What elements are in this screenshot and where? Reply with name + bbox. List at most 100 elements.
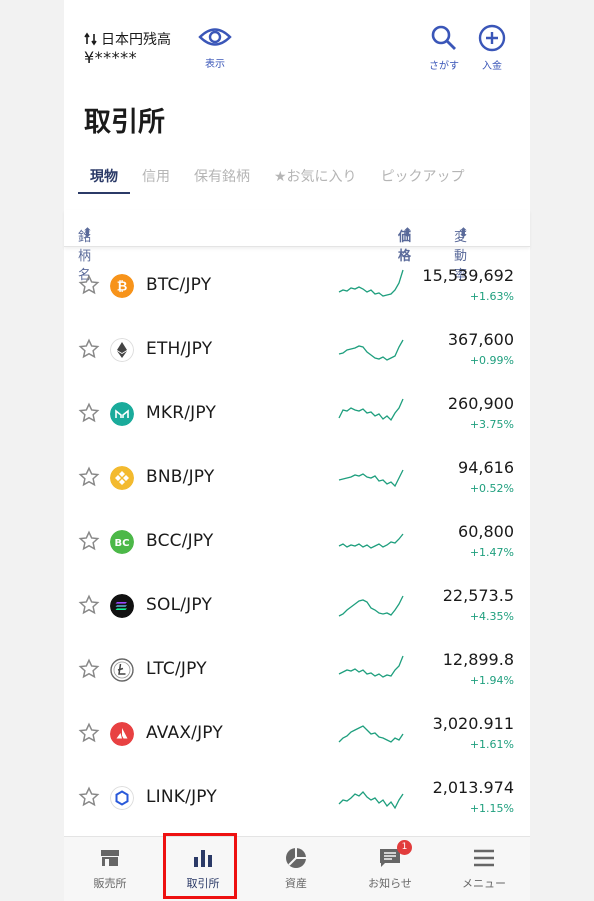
tab-favorites[interactable]: ★お気に入り: [262, 160, 369, 194]
price: 260,900: [447, 394, 514, 413]
price: 22,573.5: [442, 586, 514, 605]
table-row[interactable]: MKR/JPY 260,900 +3.75%: [64, 382, 530, 446]
bnb-icon: [110, 466, 134, 490]
show-balance-button[interactable]: 表示: [197, 24, 233, 70]
price: 2,013.974: [432, 778, 514, 797]
star-icon[interactable]: [78, 402, 100, 424]
tab-margin[interactable]: 信用: [130, 160, 182, 194]
price: 60,800: [458, 522, 514, 541]
pair-name: AVAX/JPY: [146, 723, 223, 743]
nav-label: 資産: [285, 877, 307, 890]
pair-name: SOL/JPY: [146, 595, 213, 615]
price: 94,616: [458, 458, 514, 477]
sort-icon: ⬍: [82, 226, 93, 241]
market-list: ₿ BTC/JPY 15,539,692 +1.63% ETH/JPY 367,…: [64, 254, 530, 830]
table-row[interactable]: AVAX/JPY 3,020.911 +1.61%: [64, 702, 530, 766]
change-rate: +1.94%: [469, 674, 514, 687]
column-header: 銘柄名 ⬍ 価格 ⬍ 変動率 ⬍: [64, 210, 530, 283]
ltc-icon: [110, 658, 134, 682]
price: 367,600: [447, 330, 514, 349]
star-icon[interactable]: [78, 466, 100, 488]
sparkline: [338, 469, 404, 488]
mkr-icon: [110, 402, 134, 426]
tab-spot[interactable]: 現物: [78, 160, 130, 194]
table-row[interactable]: LINK/JPY 2,013.974 +1.15%: [64, 766, 530, 830]
avax-icon: [110, 722, 134, 746]
star-icon[interactable]: [78, 594, 100, 616]
nav-store[interactable]: 販売所: [70, 837, 150, 901]
exchange-arrows-icon: [84, 32, 97, 46]
eye-icon: [198, 28, 232, 46]
market-tabs: 現物 信用 保有銘柄 ★お気に入り ピックアップ: [78, 160, 477, 194]
link-icon: [110, 786, 134, 810]
table-row[interactable]: SOL/JPY 22,573.5 +4.35%: [64, 574, 530, 638]
sparkline: [338, 791, 404, 810]
price: 15,539,692: [422, 266, 514, 285]
nav-assets[interactable]: 資産: [256, 837, 336, 901]
eth-icon: [110, 338, 134, 362]
change-rate: +1.61%: [469, 738, 514, 751]
show-label: 表示: [205, 59, 225, 70]
menu-icon: [474, 849, 494, 867]
table-row[interactable]: BNB/JPY 94,616 +0.52%: [64, 446, 530, 510]
sol-icon: [110, 594, 134, 618]
star-icon[interactable]: [78, 786, 100, 808]
price: 3,020.911: [432, 714, 514, 733]
table-row[interactable]: ₿ BTC/JPY 15,539,692 +1.63%: [64, 254, 530, 318]
plus-circle-icon: [478, 24, 506, 52]
balance-value: ¥*****: [84, 48, 138, 67]
search-label: さがす: [429, 61, 459, 72]
svg-text:BC: BC: [115, 538, 130, 549]
star-icon[interactable]: [78, 338, 100, 360]
change-rate: +1.15%: [469, 802, 514, 815]
table-row[interactable]: ETH/JPY 367,600 +0.99%: [64, 318, 530, 382]
top-bar: 日本円残高 ¥***** 表示 さがす 入金: [64, 0, 530, 85]
page-title: 取引所: [84, 107, 165, 138]
sort-icon: ⬍: [458, 226, 469, 241]
sparkline: [338, 398, 404, 422]
change-rate: +3.75%: [469, 418, 514, 431]
sparkline: [338, 269, 404, 297]
highlight-box: [163, 833, 237, 899]
pair-name: MKR/JPY: [146, 403, 217, 423]
pair-name: BTC/JPY: [146, 275, 212, 295]
pie-chart-icon: [286, 848, 306, 868]
nav-menu[interactable]: メニュー: [444, 837, 524, 901]
exchange-screen: 日本円残高 ¥***** 表示 さがす 入金 取引所 現物 信用 保有銘柄 ★お…: [64, 0, 530, 901]
pair-name: LTC/JPY: [146, 659, 207, 679]
bottom-nav: 販売所 取引所 資産 1 お知らせ メニュー: [64, 833, 530, 901]
deposit-label: 入金: [482, 61, 502, 72]
change-rate: +4.35%: [469, 610, 514, 623]
sparkline: [338, 339, 404, 361]
star-icon[interactable]: [78, 530, 100, 552]
change-rate: +1.47%: [469, 546, 514, 559]
table-row[interactable]: BC BCC/JPY 60,800 +1.47%: [64, 510, 530, 574]
search-button[interactable]: さがす: [424, 24, 464, 72]
deposit-button[interactable]: 入金: [472, 24, 512, 72]
star-icon[interactable]: [78, 658, 100, 680]
btc-icon: ₿: [110, 274, 134, 298]
bcc-icon: BC: [110, 530, 134, 554]
nav-notifications[interactable]: 1 お知らせ: [350, 837, 430, 901]
star-icon[interactable]: [78, 722, 100, 744]
tab-pickup[interactable]: ピックアップ: [369, 160, 477, 194]
change-rate: +0.99%: [469, 354, 514, 367]
nav-label: 販売所: [93, 877, 127, 890]
star-icon[interactable]: [78, 274, 100, 296]
pair-name: LINK/JPY: [146, 787, 217, 807]
store-icon: [101, 850, 119, 866]
pair-name: ETH/JPY: [146, 339, 213, 359]
sort-icon: ⬍: [402, 226, 413, 241]
svg-text:₿: ₿: [117, 280, 128, 295]
change-rate: +1.63%: [469, 290, 514, 303]
tab-holdings[interactable]: 保有銘柄: [182, 160, 262, 194]
sparkline: [338, 533, 404, 549]
nav-label: メニュー: [462, 877, 506, 890]
table-row[interactable]: LTC/JPY 12,899.8 +1.94%: [64, 638, 530, 702]
price: 12,899.8: [442, 650, 514, 669]
pair-name: BNB/JPY: [146, 467, 215, 487]
nav-label: お知らせ: [368, 877, 412, 890]
change-rate: +0.52%: [469, 482, 514, 495]
pair-name: BCC/JPY: [146, 531, 214, 551]
sparkline: [338, 725, 404, 743]
